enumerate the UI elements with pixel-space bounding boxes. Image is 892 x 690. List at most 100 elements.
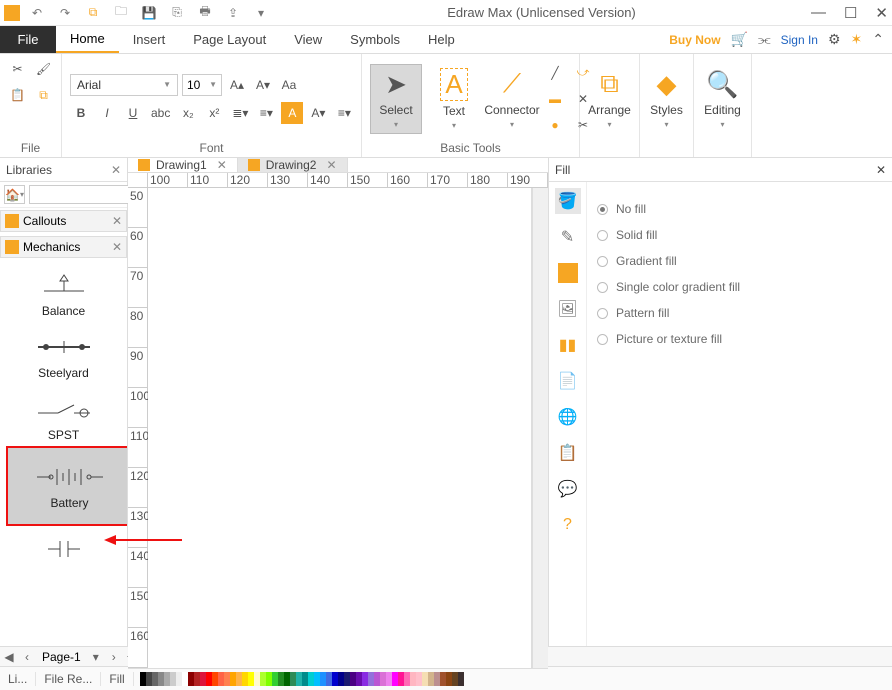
clipboard-icon[interactable]: 📋 [7, 84, 29, 106]
file-menu-button[interactable]: File [0, 26, 56, 53]
fill-option-nofill[interactable]: No fill [597, 196, 882, 222]
qat-more-icon[interactable]: ▾ [250, 2, 272, 24]
bullets-button[interactable]: ≣▾ [229, 102, 251, 124]
align-button[interactable]: ≡▾ [333, 102, 355, 124]
status-fill[interactable]: Fill [101, 672, 133, 686]
paste-icon[interactable]: ✂ [7, 58, 29, 80]
print-icon[interactable]: 🖶 [194, 2, 216, 24]
fill-option-picture[interactable]: Picture or texture fill [597, 326, 882, 352]
arrange-button[interactable]: ⧉Arrange▾ [584, 63, 636, 134]
fill-help-icon[interactable]: ? [555, 512, 581, 538]
shape-balance[interactable]: Balance [0, 264, 127, 326]
libraries-close-icon[interactable]: ✕ [111, 163, 121, 177]
line-tool-icon[interactable]: ╱ [544, 62, 566, 84]
libraries-home-button[interactable]: 🏠▾ [4, 185, 25, 204]
status-li[interactable]: Li... [0, 672, 36, 686]
numbering-button[interactable]: ≡▾ [255, 102, 277, 124]
new-icon[interactable]: ⧉ [82, 2, 104, 24]
tab-home[interactable]: Home [56, 26, 119, 53]
fill-image-icon[interactable]: 🖼 [555, 296, 581, 322]
fill-option-solid[interactable]: Solid fill [597, 222, 882, 248]
connector-tool-button[interactable]: ⟋Connector▾ [486, 63, 538, 134]
ruler-vertical[interactable]: 5060708090100110120130140150160 [128, 188, 148, 668]
fill-option-pattern[interactable]: Pattern fill [597, 300, 882, 326]
bold-button[interactable]: B [70, 102, 92, 124]
pagebar-current[interactable]: Page-1 [36, 650, 87, 664]
fill-theme-icon[interactable]: ▮▮ [555, 332, 581, 358]
collapse-ribbon-icon[interactable]: ⌃ [872, 31, 884, 48]
scrollbar-vertical[interactable] [532, 188, 548, 668]
library-category-callouts[interactable]: Callouts✕ [0, 210, 127, 232]
font-color-button[interactable]: A▾ [307, 102, 329, 124]
fill-swatch-icon[interactable] [555, 260, 581, 286]
doc-tab-drawing1[interactable]: Drawing1✕ [128, 158, 238, 172]
italic-button[interactable]: I [96, 102, 118, 124]
undo-icon[interactable]: ↶ [26, 2, 48, 24]
open-icon[interactable]: 🗀 [110, 2, 132, 24]
export-icon[interactable]: ⎘ [166, 2, 188, 24]
text-case-icon[interactable]: Aa [278, 74, 300, 96]
tab-view[interactable]: View [280, 26, 336, 53]
pagebar-next-icon[interactable]: › [105, 650, 123, 664]
tab-insert[interactable]: Insert [119, 26, 180, 53]
rect-tool-icon[interactable]: ▬ [544, 88, 566, 110]
pagebar-first-icon[interactable]: ◀ [0, 650, 18, 664]
select-tool-button[interactable]: ➤Select▾ [370, 64, 422, 134]
share-network-icon[interactable]: ⫘ [758, 31, 771, 48]
status-file-re[interactable]: File Re... [36, 672, 101, 686]
settings-gear-icon[interactable]: ⚙ [828, 31, 841, 48]
fill-bucket-icon[interactable]: 🪣 [555, 188, 581, 214]
scrollbar-horizontal[interactable] [128, 668, 548, 669]
tab-page-layout[interactable]: Page Layout [179, 26, 280, 53]
brush-icon[interactable]: 🖌 [33, 58, 55, 80]
fill-close-icon[interactable]: ✕ [876, 163, 886, 177]
drawing-canvas[interactable] [148, 188, 532, 668]
font-size-select[interactable]: 10▼ [182, 74, 222, 96]
fill-option-gradient[interactable]: Gradient fill [597, 248, 882, 274]
status-bar: Li... File Re... Fill [0, 666, 892, 690]
minimize-button[interactable]: — [811, 4, 826, 22]
color-swatches[interactable] [134, 672, 892, 686]
styles-button[interactable]: ◆Styles▾ [641, 64, 693, 134]
share-icon[interactable]: ⇪ [222, 2, 244, 24]
ellipse-tool-icon[interactable]: ● [544, 114, 566, 136]
tab-help[interactable]: Help [414, 26, 469, 53]
underline-button[interactable]: U [122, 102, 144, 124]
fill-comment-icon[interactable]: 💬 [555, 476, 581, 502]
libraries-pane: Libraries ✕ 🏠▾ 🔍 Callouts✕ Mechanics✕ Ba… [0, 158, 128, 646]
fill-option-single-gradient[interactable]: Single color gradient fill [597, 274, 882, 300]
fill-form-icon[interactable]: 📋 [555, 440, 581, 466]
subscript-button[interactable]: x₂ [177, 102, 199, 124]
highlight-button[interactable]: A [281, 102, 303, 124]
maximize-button[interactable]: ☐ [844, 4, 857, 22]
buy-now-link[interactable]: Buy Now [669, 33, 720, 47]
pagebar-dropdown-icon[interactable]: ▾ [87, 650, 105, 664]
library-category-mechanics[interactable]: Mechanics✕ [0, 236, 127, 258]
redo-icon[interactable]: ↷ [54, 2, 76, 24]
close-button[interactable]: ✕ [875, 4, 888, 22]
shape-steelyard[interactable]: Steelyard [0, 326, 127, 388]
text-tool-button[interactable]: AText▾ [428, 63, 480, 135]
fill-page-icon[interactable]: 📄 [555, 368, 581, 394]
cart-icon[interactable]: 🛒 [731, 31, 748, 48]
strikethrough-button[interactable]: abc [148, 102, 173, 124]
shape-spst[interactable]: SPST [0, 388, 127, 444]
ribbon-group-font: Font [70, 139, 353, 155]
superscript-button[interactable]: x² [203, 102, 225, 124]
fill-pen-icon[interactable]: ✎ [555, 224, 581, 250]
edraw-logo-icon[interactable]: ✶ [851, 31, 863, 48]
shape-capacitor[interactable] [0, 528, 127, 576]
decrease-font-icon[interactable]: A▾ [252, 74, 274, 96]
font-family-select[interactable]: Arial▼ [70, 74, 178, 96]
pagebar-prev-icon[interactable]: ‹ [18, 650, 36, 664]
sign-in-link[interactable]: Sign In [781, 33, 818, 47]
save-icon[interactable]: 💾 [138, 2, 160, 24]
copy-icon[interactable]: ⧉ [33, 84, 55, 106]
increase-font-icon[interactable]: A▴ [226, 74, 248, 96]
editing-button[interactable]: 🔍Editing▾ [697, 64, 749, 134]
shape-battery[interactable]: Battery [6, 446, 127, 526]
ruler-horizontal[interactable]: 100110120130140150160170180190 [128, 173, 548, 188]
fill-globe-icon[interactable]: 🌐 [555, 404, 581, 430]
doc-tab-drawing2[interactable]: Drawing2✕ [238, 158, 348, 172]
tab-symbols[interactable]: Symbols [336, 26, 414, 53]
